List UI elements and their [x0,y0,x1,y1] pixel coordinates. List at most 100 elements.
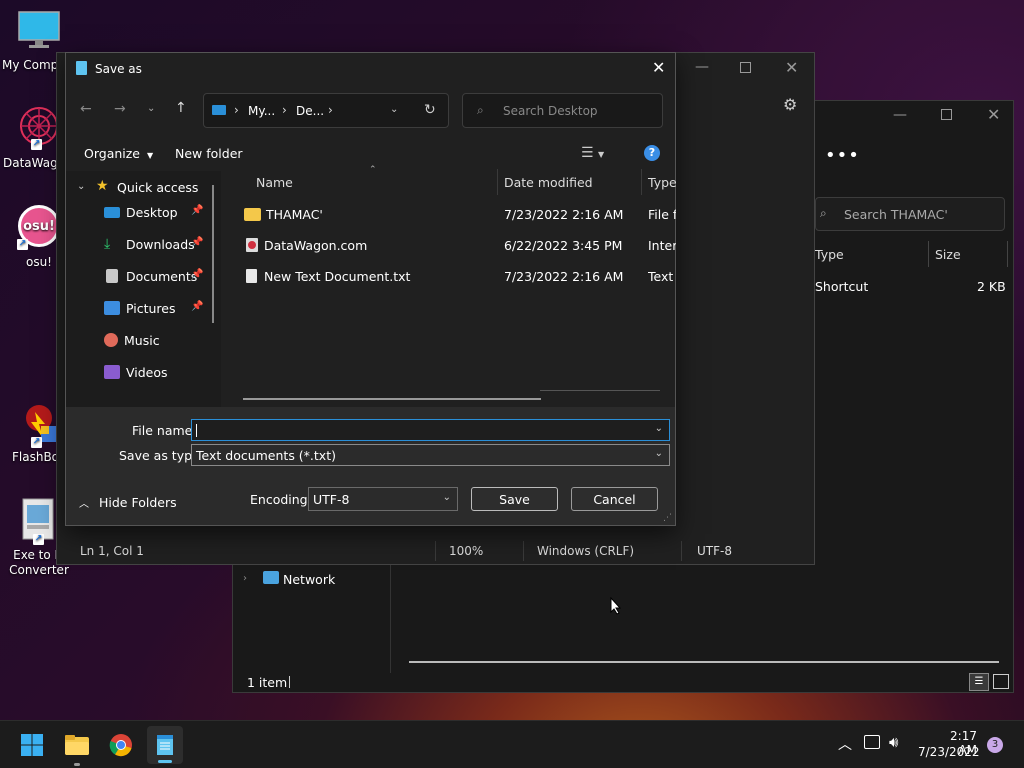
save-button[interactable]: Save [471,487,558,511]
windows-icon [21,734,43,756]
nav-item-downloads[interactable]: ⤓ Downloads 📌 [66,230,206,258]
column-divider [928,241,929,267]
resize-grip-icon[interactable]: ⋰ [663,513,672,523]
chrome-icon [109,734,132,757]
desktop-icon-my-computer[interactable]: My Compu [0,10,78,72]
file-row[interactable]: New Text Document.txt 7/23/2022 2:16 AM … [242,261,692,291]
column-header-type[interactable]: Type [648,175,677,190]
forward-arrow-icon[interactable]: → [114,101,126,117]
web-shortcut-icon [246,238,258,252]
monitor-icon [17,10,61,50]
nav-item-videos[interactable]: Videos [66,358,206,386]
chevron-up-icon: ︿ [79,499,89,510]
back-arrow-icon[interactable]: ← [80,101,92,117]
save-as-dialog[interactable]: Save as ✕ ← → ⌄ ↑ › My... › De... › ⌄ ↻ … [65,52,677,526]
refresh-icon[interactable]: ↻ [424,102,436,118]
more-options-icon[interactable]: ••• [825,145,860,166]
volume-icon[interactable]: 🔊︎ [889,733,898,751]
chevron-down-icon[interactable]: ⌄ [77,181,85,192]
notification-badge[interactable]: 3 [987,737,1003,753]
settings-gear-icon[interactable]: ⚙ [783,95,797,114]
tiles-view-button[interactable] [993,674,1009,689]
breadcrumb-separator-icon: › [234,103,239,117]
text-cursor [196,423,197,437]
nav-item-music[interactable]: Music [66,326,206,354]
maximize-button[interactable] [740,62,751,73]
column-divider [641,169,642,195]
show-hidden-icons-chevron[interactable]: ︿ [838,734,852,754]
horizontal-scrollbar-track [540,390,660,391]
file-type-cell: Shortcut [815,279,869,294]
nav-item-documents[interactable]: Documents 📌 [66,262,206,290]
close-button[interactable]: ✕ [652,58,665,77]
chevron-right-icon[interactable]: › [243,573,247,584]
address-dropdown-icon[interactable]: ⌄ [390,104,398,115]
minimize-button[interactable]: — [695,59,709,75]
network-icon [263,571,279,584]
file-row[interactable]: THAMAC' 7/23/2022 2:16 AM File fo [242,199,692,229]
nav-scrollbar[interactable] [212,185,214,323]
save-as-type-select[interactable]: Text documents (*.txt) ⌄ [191,444,670,466]
file-name-input[interactable]: ⌄ [191,419,670,441]
network-icon[interactable] [864,735,880,749]
column-header-size[interactable]: Size [935,247,961,262]
file-explorer-taskbar-button[interactable] [61,729,93,766]
hide-folders-button[interactable]: ︿ Hide Folders [79,495,177,510]
explorer-search-input[interactable]: ⌕ Search THAMAC' [815,197,1005,231]
breadcrumb-my-computer[interactable]: My... [248,104,275,118]
pin-icon: 📌 [191,269,204,280]
nav-item-desktop[interactable]: Desktop 📌 [66,198,206,226]
clock-date[interactable]: 7/23/2022 [918,745,980,759]
chevron-down-icon: ▼ [146,151,154,160]
chrome-taskbar-button[interactable] [105,729,137,761]
chevron-down-icon: ⌄ [654,448,663,459]
maximize-button[interactable] [941,109,952,120]
star-icon: ★ [96,178,109,194]
column-header-date[interactable]: Date modified [504,175,593,190]
details-view-button[interactable]: ☰ [969,673,989,691]
encoding-select[interactable]: UTF-8 ⌄ [308,487,458,511]
help-icon[interactable]: ? [644,145,660,161]
recent-chevron-icon[interactable]: ⌄ [147,103,155,114]
organize-menu[interactable]: Organize ▼ [84,146,153,161]
status-encoding: UTF-8 [697,544,732,558]
file-name-label: File name: [132,423,197,438]
active-indicator [158,760,172,763]
new-folder-button[interactable]: New folder [175,146,243,161]
monitor-icon [212,105,226,115]
horizontal-scrollbar[interactable] [243,398,541,400]
close-button[interactable]: ✕ [785,58,798,77]
pin-icon: 📌 [191,237,204,248]
breadcrumb-desktop[interactable]: De... [296,104,324,118]
shortcut-arrow-icon: ↗ [33,534,44,545]
osu-icon: osu! ↗ [17,205,60,250]
file-row[interactable]: DataWagon.com 6/22/2022 3:45 PM Intern [242,230,692,260]
start-button[interactable] [16,729,48,761]
nav-item-pictures[interactable]: Pictures 📌 [66,294,206,322]
notepad-icon [157,735,173,755]
videos-icon [104,365,120,379]
nav-item-network[interactable]: Network [283,572,335,587]
nav-item-quick-access[interactable]: Quick access [117,180,198,195]
chevron-down-icon[interactable]: ⌄ [655,423,663,434]
horizontal-scrollbar[interactable] [409,661,999,663]
file-size-cell: 2 KB [977,279,1006,294]
encoding-label: Encoding: [250,492,312,507]
up-arrow-icon[interactable]: ↑ [175,100,187,116]
notepad-taskbar-button[interactable] [147,726,183,764]
column-divider [1007,241,1008,267]
address-bar[interactable]: › My... › De... › ⌄ ↻ [203,93,449,128]
folder-icon [65,735,89,755]
breadcrumb-separator-icon: › [328,103,333,117]
status-divider [681,541,682,561]
chevron-down-icon: ⌄ [442,492,451,503]
nav-divider [390,561,391,673]
column-header-type[interactable]: Type [815,247,844,262]
view-options-icon[interactable]: ☰ ▼ [581,145,604,161]
column-header-name[interactable]: Name [256,175,293,190]
minimize-button[interactable]: — [893,107,907,123]
cancel-button[interactable]: Cancel [571,487,658,511]
close-button[interactable]: ✕ [987,105,1000,124]
status-divider [523,541,524,561]
dialog-search-input[interactable]: ⌕ Search Desktop [462,93,663,128]
